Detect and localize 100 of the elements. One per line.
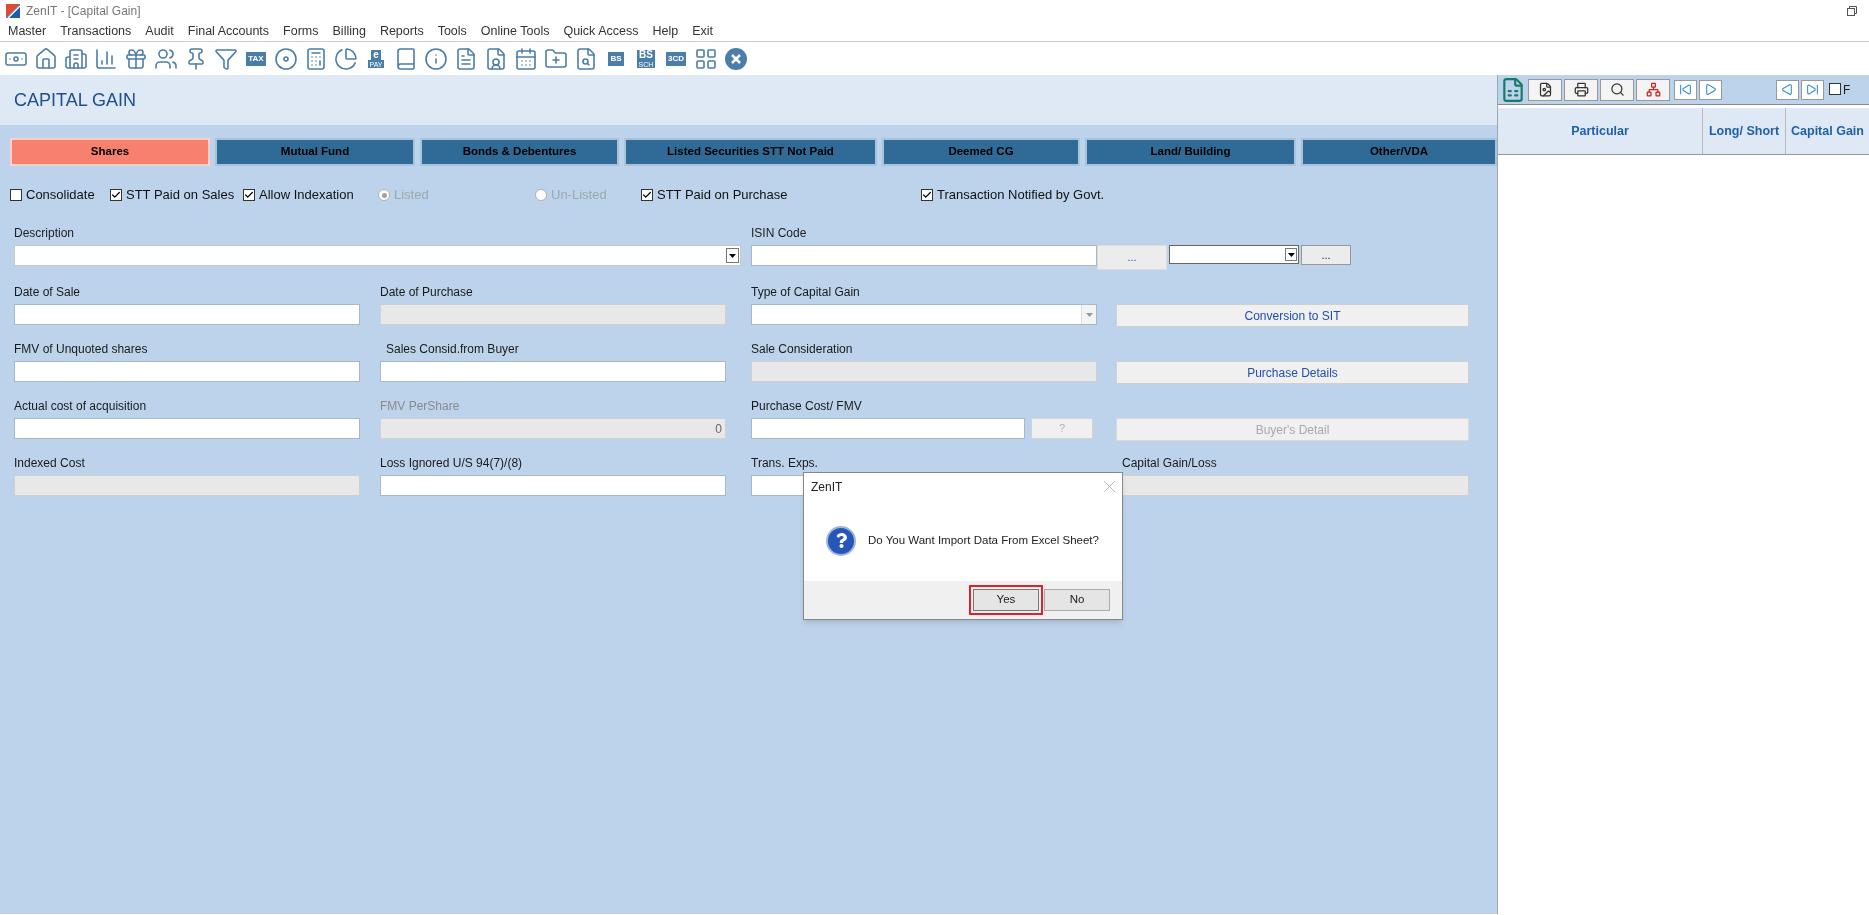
field-label: Sales Consid.from Buyer bbox=[386, 341, 520, 356]
checkbox-label: F bbox=[1843, 81, 1851, 99]
restore-icon[interactable] bbox=[1847, 6, 1857, 16]
dropdown-arrow-icon bbox=[1085, 312, 1093, 317]
document-icon[interactable] bbox=[1528, 78, 1562, 101]
menu-item[interactable]: Forms bbox=[283, 22, 319, 41]
tab[interactable]: Listed Securities STT Not Paid bbox=[624, 138, 877, 166]
menu-item[interactable]: Transactions bbox=[60, 22, 132, 41]
menu-item[interactable]: Help bbox=[652, 22, 679, 41]
bar-chart-icon[interactable] bbox=[94, 46, 118, 71]
document-search-icon[interactable] bbox=[574, 46, 598, 71]
menu-item[interactable]: Tools bbox=[437, 22, 467, 41]
window-title: ZenIT - [Capital Gain] bbox=[26, 3, 141, 20]
input-field[interactable] bbox=[380, 475, 726, 496]
menu-item[interactable]: Final Accounts bbox=[187, 22, 270, 41]
pie-chart-icon[interactable] bbox=[334, 46, 358, 71]
option-label: STT Paid on Purchase bbox=[657, 186, 788, 205]
field-label: FMV PerShare bbox=[380, 398, 461, 413]
disc-icon[interactable] bbox=[274, 46, 298, 71]
building-icon[interactable] bbox=[64, 46, 88, 71]
input-field[interactable] bbox=[751, 418, 1025, 439]
checkbox[interactable] bbox=[1829, 82, 1841, 95]
tab[interactable]: Bonds & Debentures bbox=[420, 138, 619, 166]
excel-icon[interactable] bbox=[1500, 76, 1526, 103]
option-label: Un-Listed bbox=[551, 186, 607, 205]
lookup-button[interactable]: ... bbox=[1301, 245, 1351, 265]
checkbox[interactable] bbox=[921, 189, 933, 201]
calendar-icon[interactable] bbox=[514, 46, 538, 71]
close-icon[interactable] bbox=[724, 46, 748, 71]
field-label: Actual cost of acquisition bbox=[14, 398, 148, 413]
option-label: Listed bbox=[394, 186, 429, 205]
menu-item[interactable]: Reports bbox=[379, 22, 424, 41]
dialog-title: ZenIT bbox=[811, 478, 843, 496]
dropdown-field[interactable] bbox=[14, 245, 741, 266]
checkbox[interactable] bbox=[641, 189, 653, 201]
first-record-icon[interactable] bbox=[1674, 79, 1697, 100]
dropdown-field[interactable] bbox=[751, 304, 1097, 325]
book-icon[interactable] bbox=[394, 46, 418, 71]
input-field[interactable] bbox=[14, 304, 360, 325]
menu-item[interactable]: Billing bbox=[332, 22, 366, 41]
menu-item[interactable]: Audit bbox=[145, 22, 174, 41]
dialog-message: Do You Want Import Data From Excel Sheet? bbox=[868, 532, 1099, 548]
tab[interactable]: Other/VDA bbox=[1301, 138, 1497, 166]
report-icon[interactable] bbox=[454, 46, 478, 71]
option-label: Consolidate bbox=[26, 186, 95, 205]
dropdown-arrow-icon bbox=[1287, 252, 1295, 257]
action-button[interactable]: Purchase Details bbox=[1116, 361, 1469, 384]
gift-icon[interactable] bbox=[124, 46, 148, 71]
tab[interactable]: Shares bbox=[10, 138, 210, 166]
field-label: FMV of Unquoted shares bbox=[14, 341, 149, 356]
input-field[interactable] bbox=[380, 361, 726, 382]
folder-plus-icon[interactable] bbox=[544, 46, 568, 71]
column-header[interactable]: Particular bbox=[1498, 108, 1703, 154]
column-header[interactable]: Long/ Short bbox=[1703, 108, 1786, 154]
menu-item[interactable]: Master bbox=[8, 22, 47, 41]
menu-item[interactable]: Quick Access bbox=[563, 22, 639, 41]
previous-record-icon[interactable] bbox=[1776, 79, 1799, 100]
field-label: Trans. Exps. bbox=[751, 455, 819, 470]
column-header[interactable]: Capital Gain bbox=[1786, 108, 1869, 154]
menu-item[interactable]: Exit bbox=[692, 22, 713, 41]
field-label: Sale Consideration bbox=[751, 341, 854, 356]
field-label: Date of Purchase bbox=[380, 284, 474, 299]
last-record-icon[interactable] bbox=[1801, 79, 1824, 100]
checkbox[interactable] bbox=[110, 189, 122, 201]
dropdown-field[interactable] bbox=[1169, 245, 1299, 264]
dropdown-arrow-icon bbox=[729, 253, 736, 258]
field-label: Indexed Cost bbox=[14, 455, 86, 470]
lookup-button[interactable]: ... bbox=[1097, 245, 1167, 270]
menu-item[interactable]: Online Tools bbox=[480, 22, 550, 41]
tab[interactable]: Land/ Building bbox=[1085, 138, 1296, 166]
hierarchy-icon[interactable] bbox=[1636, 78, 1670, 101]
printer-icon[interactable] bbox=[1564, 78, 1598, 101]
checkbox[interactable] bbox=[243, 189, 255, 201]
user-document-icon[interactable] bbox=[484, 46, 508, 71]
next-record-icon[interactable] bbox=[1699, 79, 1722, 100]
field-label: Capital Gain/Loss bbox=[1122, 455, 1218, 470]
search-icon[interactable] bbox=[1600, 78, 1634, 101]
action-button[interactable]: Conversion to SIT bbox=[1116, 304, 1469, 327]
option-label: Transaction Notified by Govt. bbox=[937, 186, 1105, 205]
filter-icon[interactable] bbox=[214, 46, 238, 71]
field-label: ISIN Code bbox=[751, 225, 808, 240]
calculator-icon[interactable] bbox=[304, 46, 328, 71]
users-icon[interactable] bbox=[154, 46, 178, 71]
field-label: Purchase Cost/ FMV bbox=[751, 398, 863, 413]
app-logo-icon bbox=[6, 4, 20, 18]
home-icon[interactable] bbox=[34, 46, 58, 71]
option-label: STT Paid on Sales bbox=[126, 186, 235, 205]
info-icon[interactable] bbox=[424, 46, 448, 71]
field-label: Date of Sale bbox=[14, 284, 82, 299]
question-icon bbox=[826, 525, 856, 556]
input-field[interactable] bbox=[751, 245, 1097, 266]
page-title: CAPITAL GAIN bbox=[14, 88, 137, 112]
dialog-button[interactable]: No bbox=[1044, 589, 1110, 611]
field-label: Type of Capital Gain bbox=[751, 284, 861, 299]
tab[interactable]: Mutual Fund bbox=[215, 138, 415, 166]
checkbox[interactable] bbox=[10, 189, 22, 201]
input-field[interactable] bbox=[14, 418, 360, 439]
tab[interactable]: Deemed CG bbox=[882, 138, 1080, 166]
input-field[interactable] bbox=[14, 361, 360, 382]
field-label: Loss Ignored U/S 94(7)/(8) bbox=[380, 455, 524, 470]
